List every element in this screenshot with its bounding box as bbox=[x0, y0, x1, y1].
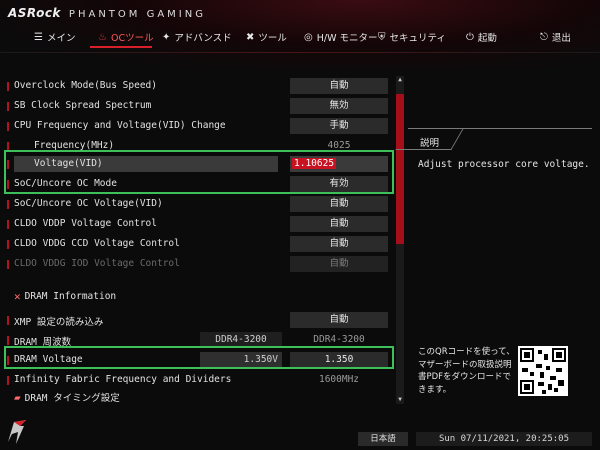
menu-icon: ☰ bbox=[34, 31, 43, 43]
setting-label: Overclock Mode(Bus Speed) bbox=[14, 80, 157, 91]
setting-value[interactable]: 手動 bbox=[290, 118, 388, 134]
tab-label: 退出 bbox=[551, 33, 571, 44]
row-marker bbox=[7, 240, 9, 249]
tab-security[interactable]: ⛨ セキュリティ bbox=[378, 30, 446, 45]
brand-logo: ASRock PHANTOM GAMING bbox=[8, 6, 206, 20]
row-marker bbox=[7, 102, 9, 111]
setting-row[interactable]: Infinity Fabric Frequency and Dividers 1… bbox=[0, 370, 395, 390]
tab-label: 起動 bbox=[477, 33, 497, 44]
language-button[interactable]: 日本語 bbox=[358, 432, 408, 446]
setting-label: CLDO VDDG CCD Voltage Control bbox=[14, 238, 180, 249]
setting-row[interactable]: SB Clock Spread Spectrum 無効 bbox=[0, 96, 395, 116]
setting-value[interactable]: 自動 bbox=[290, 78, 388, 94]
highlight-box-voltage bbox=[4, 150, 394, 194]
row-marker bbox=[7, 82, 9, 91]
setting-row[interactable]: Overclock Mode(Bus Speed) 自動 bbox=[0, 76, 395, 96]
row-marker bbox=[7, 220, 9, 229]
tab-hw-monitor[interactable]: ◎ H/W モニター bbox=[304, 30, 378, 45]
setting-label: SoC/Uncore OC Voltage(VID) bbox=[14, 198, 163, 209]
active-tab-indicator bbox=[90, 46, 152, 48]
shield-icon: ⛨ bbox=[378, 31, 386, 43]
setting-row-disabled: CLDO VDDG IOD Voltage Control 自動 bbox=[0, 254, 395, 274]
tab-boot[interactable]: ⏻ 起動 bbox=[466, 30, 497, 45]
monitor-icon: ◎ bbox=[304, 31, 313, 43]
setting-value[interactable]: 自動 bbox=[290, 196, 388, 212]
setting-row[interactable]: CLDO VDDP Voltage Control 自動 bbox=[0, 214, 395, 234]
scrollbar-thumb[interactable] bbox=[396, 94, 404, 244]
memory-icon: ▰ bbox=[14, 390, 21, 404]
scroll-up-icon[interactable]: ▲ bbox=[396, 76, 404, 84]
brand-name: ASRock bbox=[8, 6, 61, 20]
scrollbar[interactable]: ▲ ▼ bbox=[396, 76, 404, 404]
tab-exit[interactable]: ⎋ 退出 bbox=[540, 30, 571, 45]
row-marker bbox=[7, 260, 9, 269]
highlight-box-dram-voltage bbox=[4, 346, 394, 369]
setting-value: 自動 bbox=[290, 256, 388, 272]
setting-row[interactable]: XMP 設定の読み込み 自動 bbox=[0, 310, 395, 330]
setting-label: CLDO VDDP Voltage Control bbox=[14, 218, 157, 229]
dram-timing-section[interactable]: ▰ DRAM タイミング設定 bbox=[14, 390, 120, 405]
row-marker bbox=[7, 336, 9, 345]
datetime-display: Sun 07/11/2021, 20:25:05 bbox=[416, 432, 592, 446]
qr-description: このQRコードを使って、マザーボードの取扱説明書PDFをダウンロードできます。 bbox=[418, 347, 515, 395]
tab-label: OCツール bbox=[110, 33, 154, 44]
tab-label: H/W モニター bbox=[316, 33, 378, 44]
section-label: DRAM タイミング設定 bbox=[24, 393, 120, 404]
setting-label: Infinity Fabric Frequency and Dividers bbox=[14, 374, 232, 385]
qr-code-icon bbox=[518, 346, 568, 396]
star-icon: ✦ bbox=[162, 31, 171, 43]
setting-label: SB Clock Spread Spectrum bbox=[14, 100, 152, 111]
setting-row[interactable]: SoC/Uncore OC Voltage(VID) 自動 bbox=[0, 194, 395, 214]
tab-main[interactable]: ☰ メイン bbox=[34, 30, 76, 45]
flame-icon: ♨ bbox=[98, 31, 107, 43]
row-marker bbox=[7, 200, 9, 209]
row-marker bbox=[7, 376, 9, 385]
dram-information-section[interactable]: ✕ DRAM Information bbox=[14, 290, 116, 303]
brand-sub: PHANTOM GAMING bbox=[68, 9, 206, 20]
setting-value[interactable]: 自動 bbox=[290, 236, 388, 252]
footer-bar: 日本語 Sun 07/11/2021, 20:25:05 bbox=[0, 426, 600, 450]
tab-tools[interactable]: ✖ ツール bbox=[246, 30, 287, 45]
exit-icon: ⎋ bbox=[540, 31, 548, 43]
tab-label: ツール bbox=[258, 33, 287, 44]
setting-row[interactable]: CPU Frequency and Voltage(VID) Change 手動 bbox=[0, 116, 395, 136]
tools-icon: ✕ bbox=[14, 290, 21, 303]
tab-label: セキュリティ bbox=[389, 33, 446, 44]
tools-icon: ✖ bbox=[246, 31, 255, 43]
setting-value[interactable]: 自動 bbox=[290, 216, 388, 232]
scroll-down-icon[interactable]: ▼ bbox=[396, 396, 404, 404]
nav-divider bbox=[0, 52, 600, 53]
setting-value[interactable]: 自動 bbox=[290, 312, 388, 328]
row-marker bbox=[7, 316, 9, 325]
help-panel: 説明 Adjust processor core voltage. bbox=[395, 128, 592, 338]
tab-advanced[interactable]: ✦ アドバンスド bbox=[162, 30, 232, 45]
tab-label: アドバンスド bbox=[174, 33, 232, 44]
help-text: Adjust processor core voltage. bbox=[418, 159, 590, 170]
tab-label: メイン bbox=[46, 33, 76, 44]
setting-value[interactable]: 1600MHz bbox=[290, 372, 388, 388]
setting-row[interactable]: CLDO VDDG CCD Voltage Control 自動 bbox=[0, 234, 395, 254]
tab-oc-tools[interactable]: ♨ OCツール bbox=[98, 30, 154, 45]
setting-label: XMP 設定の読み込み bbox=[14, 317, 104, 328]
setting-label: CLDO VDDG IOD Voltage Control bbox=[14, 258, 180, 269]
setting-label: CPU Frequency and Voltage(VID) Change bbox=[14, 120, 226, 131]
row-marker bbox=[7, 122, 9, 131]
section-label: DRAM Information bbox=[24, 291, 117, 302]
setting-value[interactable]: 無効 bbox=[290, 98, 388, 114]
power-icon: ⏻ bbox=[466, 31, 474, 43]
help-title: 説明 bbox=[420, 138, 440, 149]
